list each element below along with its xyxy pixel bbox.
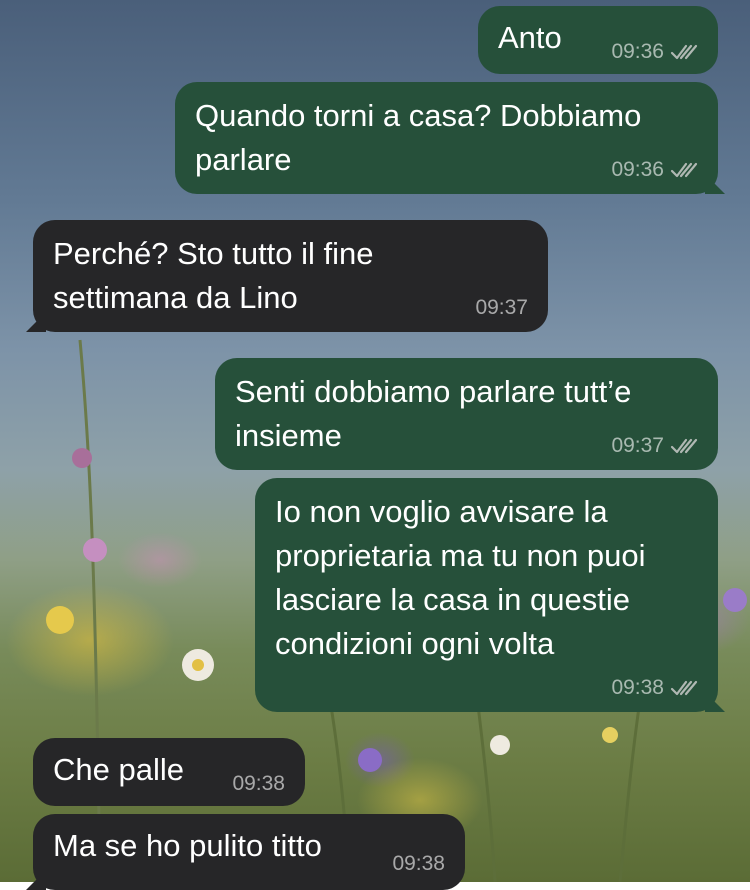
message-bubble-outgoing[interactable]: Senti dobbiamo parlare tutt’e insieme 09… — [215, 358, 718, 470]
message-meta: 09:36 — [611, 40, 698, 64]
message-time: 09:36 — [611, 40, 664, 63]
message-meta: 09:37 — [475, 296, 528, 320]
message-bubble-outgoing[interactable]: Quando torni a casa? Dobbiamo parlare 09… — [175, 82, 725, 194]
message-meta: 09:36 — [611, 158, 698, 182]
message-bubble-incoming[interactable]: Perché? Sto tutto il fine settimana da L… — [26, 220, 548, 332]
message-time: 09:37 — [611, 434, 664, 457]
message-text: Senti dobbiamo parlare tutt’e insieme — [235, 374, 632, 453]
message-time: 09:38 — [611, 676, 664, 699]
double-check-icon — [670, 438, 698, 454]
message-time: 09:38 — [232, 772, 285, 795]
double-check-icon — [670, 680, 698, 696]
message-meta: 09:38 — [611, 676, 698, 700]
double-check-icon — [670, 162, 698, 178]
message-text: Anto — [498, 20, 562, 55]
message-bubble-outgoing[interactable]: Io non voglio avvisare la proprietaria m… — [255, 478, 725, 712]
message-bubble-incoming[interactable]: Che palle 09:38 — [33, 738, 305, 806]
message-text: Ma se ho pulito titto — [53, 828, 322, 863]
message-bubble-incoming[interactable]: Ma se ho pulito titto 09:38 — [26, 814, 465, 890]
message-text: Che palle — [53, 752, 184, 787]
message-text: Perché? Sto tutto il fine settimana da L… — [53, 236, 374, 315]
message-text: Io non voglio avvisare la proprietaria m… — [275, 494, 646, 661]
message-meta: 09:38 — [392, 852, 445, 876]
message-meta: 09:38 — [232, 772, 285, 796]
message-time: 09:36 — [611, 158, 664, 181]
message-text: Quando torni a casa? Dobbiamo parlare — [195, 98, 642, 177]
message-meta: 09:37 — [611, 434, 698, 458]
message-time: 09:37 — [475, 296, 528, 319]
message-time: 09:38 — [392, 852, 445, 875]
message-bubble-outgoing[interactable]: Anto 09:36 — [478, 6, 718, 74]
double-check-icon — [670, 44, 698, 60]
